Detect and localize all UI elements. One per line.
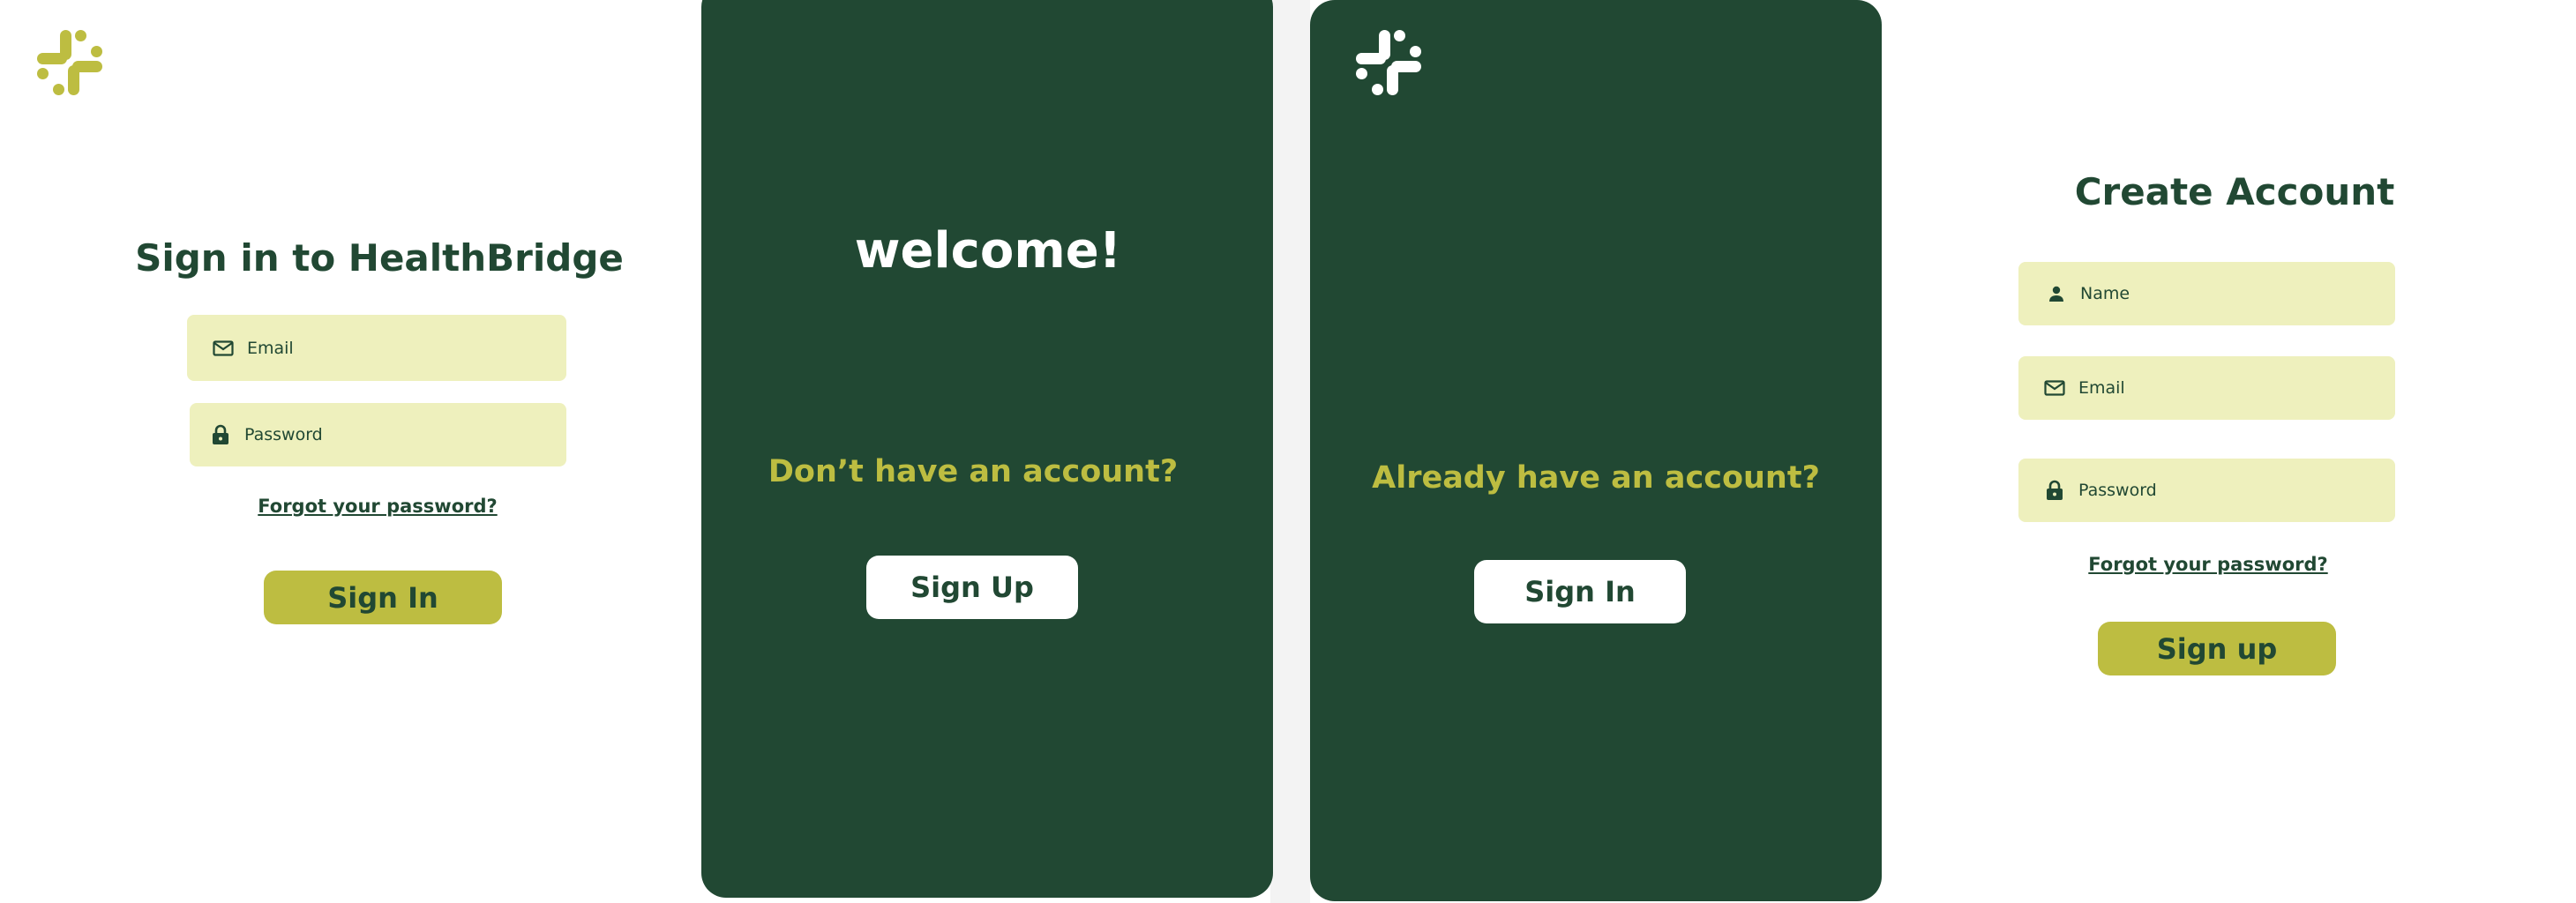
sign-up-button[interactable]: Sign Up: [866, 556, 1078, 619]
password-placeholder: Password: [2078, 481, 2157, 500]
email-field[interactable]: Email: [187, 315, 566, 381]
background-gap: [1270, 0, 1310, 903]
brand-logo-icon: [1354, 28, 1423, 97]
signup-screen: Create Account Name Email Password Forgo…: [1882, 0, 2576, 903]
page-title: Create Account: [2074, 170, 2395, 213]
signup-question: Don’t have an account?: [768, 454, 1179, 489]
welcome-screen: welcome! Don’t have an account? Sign Up: [701, 0, 1273, 898]
name-field[interactable]: Name: [2018, 262, 2395, 325]
page-title: Sign in to HealthBridge: [135, 236, 624, 280]
mail-icon: [212, 339, 235, 358]
lock-icon: [2043, 480, 2066, 500]
mail-icon: [2043, 378, 2066, 398]
brand-logo-icon: [35, 28, 104, 97]
sign-up-button[interactable]: Sign up: [2098, 622, 2336, 675]
email-field[interactable]: Email: [2018, 356, 2395, 420]
sign-in-button[interactable]: Sign In: [264, 571, 502, 624]
email-placeholder: Email: [247, 338, 294, 358]
forgot-password-link[interactable]: Forgot your password?: [201, 496, 554, 517]
password-field[interactable]: Password: [190, 403, 566, 466]
signin-prompt-screen: Already have an account? Sign In: [1310, 0, 1882, 901]
forgot-password-link[interactable]: Forgot your password?: [2032, 554, 2385, 575]
signin-question: Already have an account?: [1372, 460, 1820, 496]
name-placeholder: Name: [2080, 284, 2130, 303]
welcome-heading: welcome!: [854, 222, 1122, 280]
lock-icon: [209, 424, 232, 444]
password-placeholder: Password: [244, 425, 323, 444]
person-icon: [2045, 284, 2068, 303]
password-field[interactable]: Password: [2018, 459, 2395, 522]
sign-in-button[interactable]: Sign In: [1474, 560, 1686, 623]
signin-screen: Sign in to HealthBridge Email Password F…: [0, 0, 701, 903]
email-placeholder: Email: [2078, 378, 2125, 398]
